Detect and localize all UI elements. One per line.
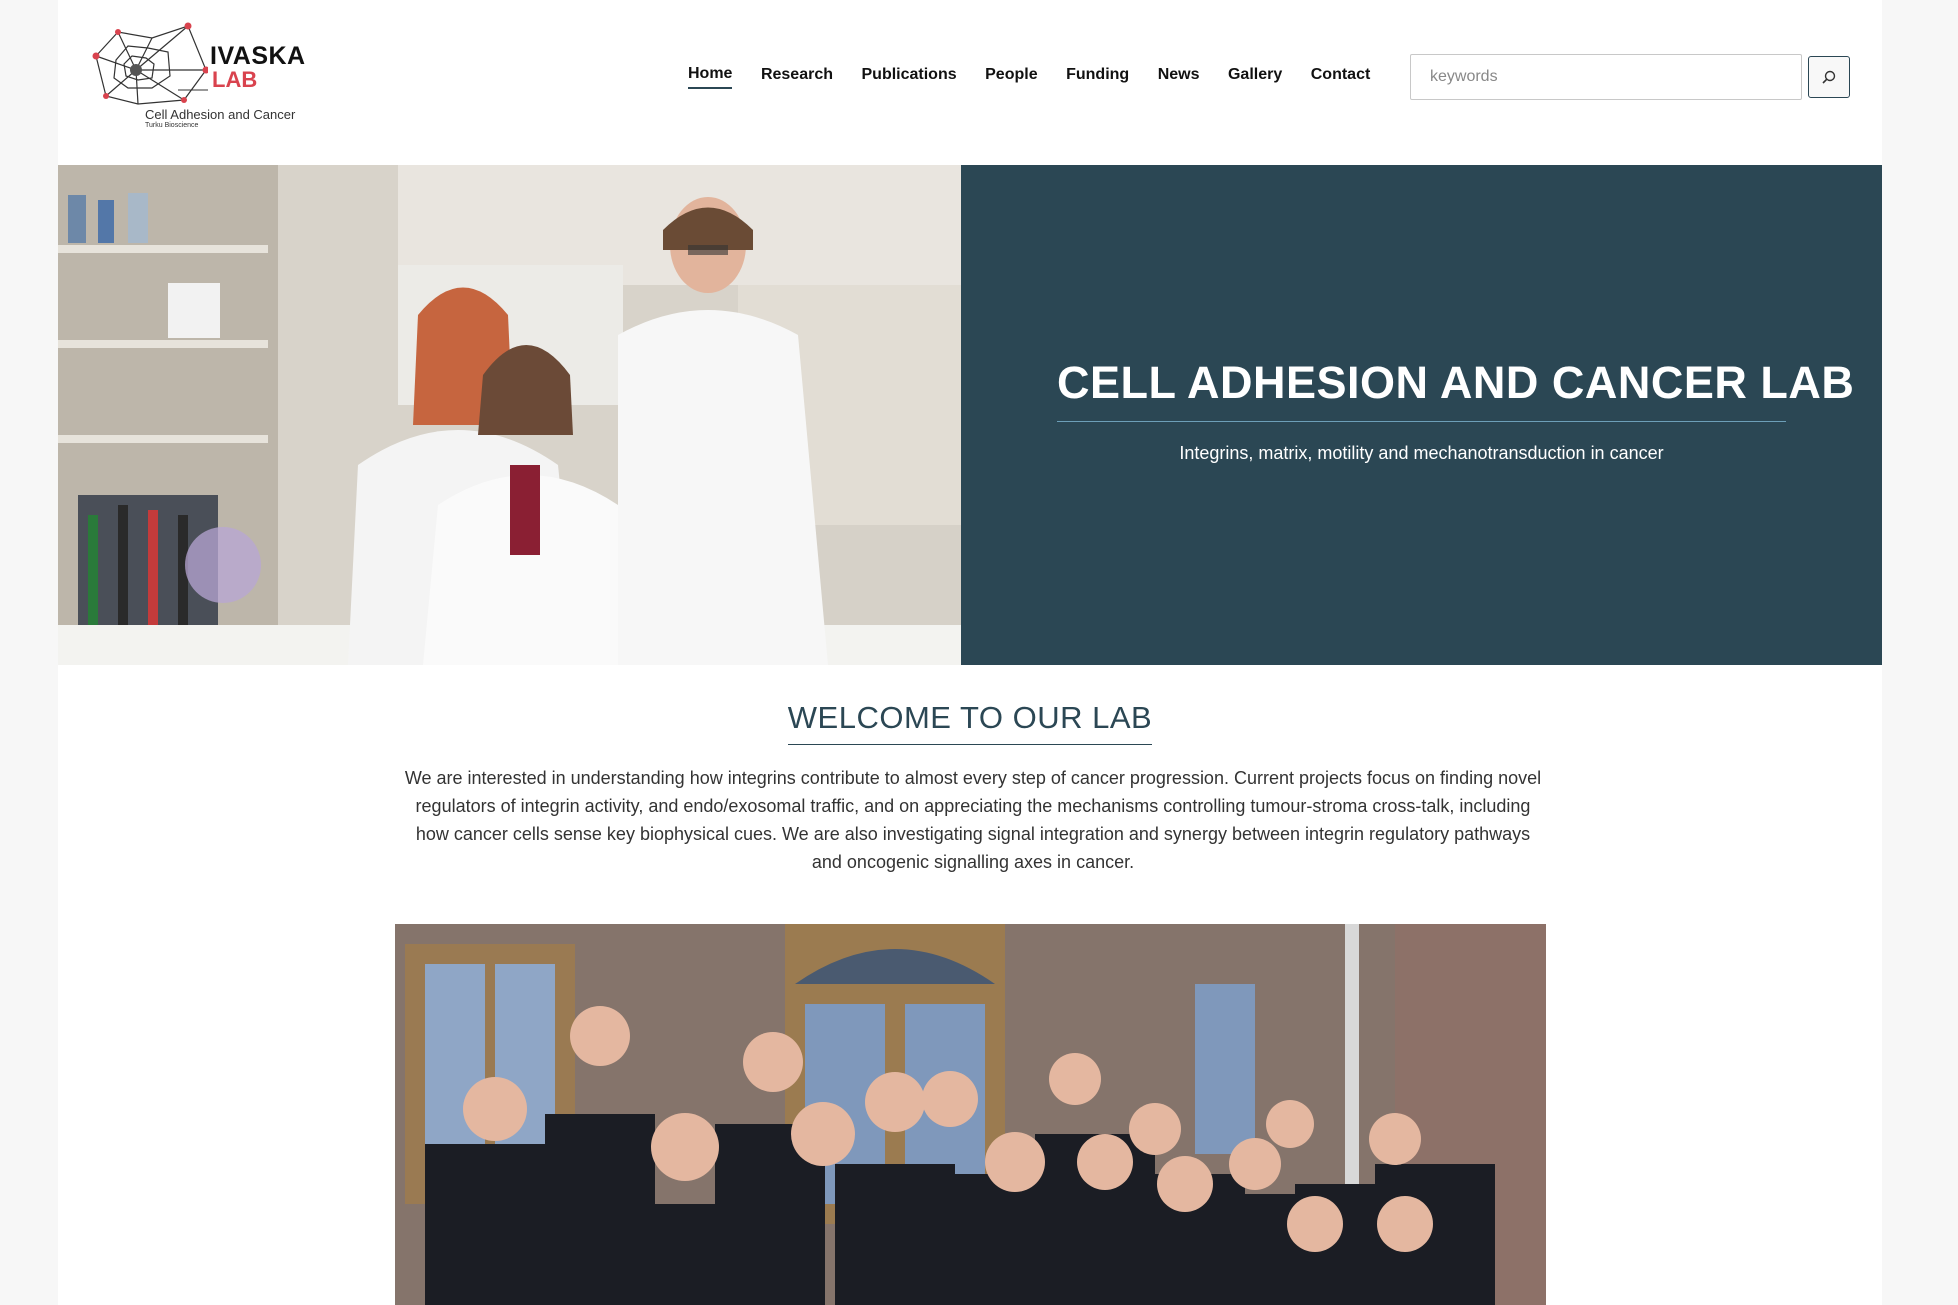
lab-team-photo <box>58 165 961 665</box>
search-input[interactable] <box>1411 55 1809 99</box>
logo-tagline: Cell Adhesion and Cancer <box>145 107 296 122</box>
logo-subtag: Turku Bioscience <box>145 122 199 129</box>
nav-contact[interactable]: Contact <box>1311 63 1371 87</box>
welcome-paragraph: We are interested in understanding how i… <box>404 768 1542 872</box>
network-logo-icon <box>92 22 208 105</box>
group-photo-illustration <box>395 924 1546 1305</box>
lab-logo[interactable]: IVASKA LAB Cell Adhesion and Cancer Turk… <box>88 18 305 136</box>
page: IVASKA LAB Cell Adhesion and Cancer Turk… <box>58 0 1882 1305</box>
hero-divider <box>1057 421 1786 422</box>
logo-brand-line2: LAB <box>212 67 258 92</box>
search-icon <box>1822 70 1836 84</box>
main-nav: Home Research Publications People Fundin… <box>688 63 1399 89</box>
hero-title: CELL ADHESION AND CANCER LAB <box>1057 357 1855 408</box>
hero-banner: CELL ADHESION AND CANCER LAB Integrins, … <box>58 165 1882 665</box>
search-button[interactable] <box>1808 56 1850 98</box>
nav-research[interactable]: Research <box>761 63 833 87</box>
nav-people[interactable]: People <box>985 63 1037 87</box>
group-photo <box>395 924 1546 1305</box>
nav-gallery[interactable]: Gallery <box>1228 63 1282 87</box>
welcome-title: WELCOME TO OUR LAB <box>787 700 1153 745</box>
site-header: IVASKA LAB Cell Adhesion and Cancer Turk… <box>58 0 1882 165</box>
nav-news[interactable]: News <box>1158 63 1200 87</box>
welcome-heading: WELCOME TO OUR LAB <box>58 700 1882 745</box>
search-box <box>1410 54 1809 100</box>
hero-subtitle: Integrins, matrix, motility and mechanot… <box>1179 443 1664 463</box>
nav-home[interactable]: Home <box>688 63 733 89</box>
lab-photo-illustration <box>58 165 961 665</box>
nav-funding[interactable]: Funding <box>1066 63 1129 87</box>
hero-text-panel: CELL ADHESION AND CANCER LAB Integrins, … <box>961 165 1882 665</box>
nav-publications[interactable]: Publications <box>862 63 957 87</box>
